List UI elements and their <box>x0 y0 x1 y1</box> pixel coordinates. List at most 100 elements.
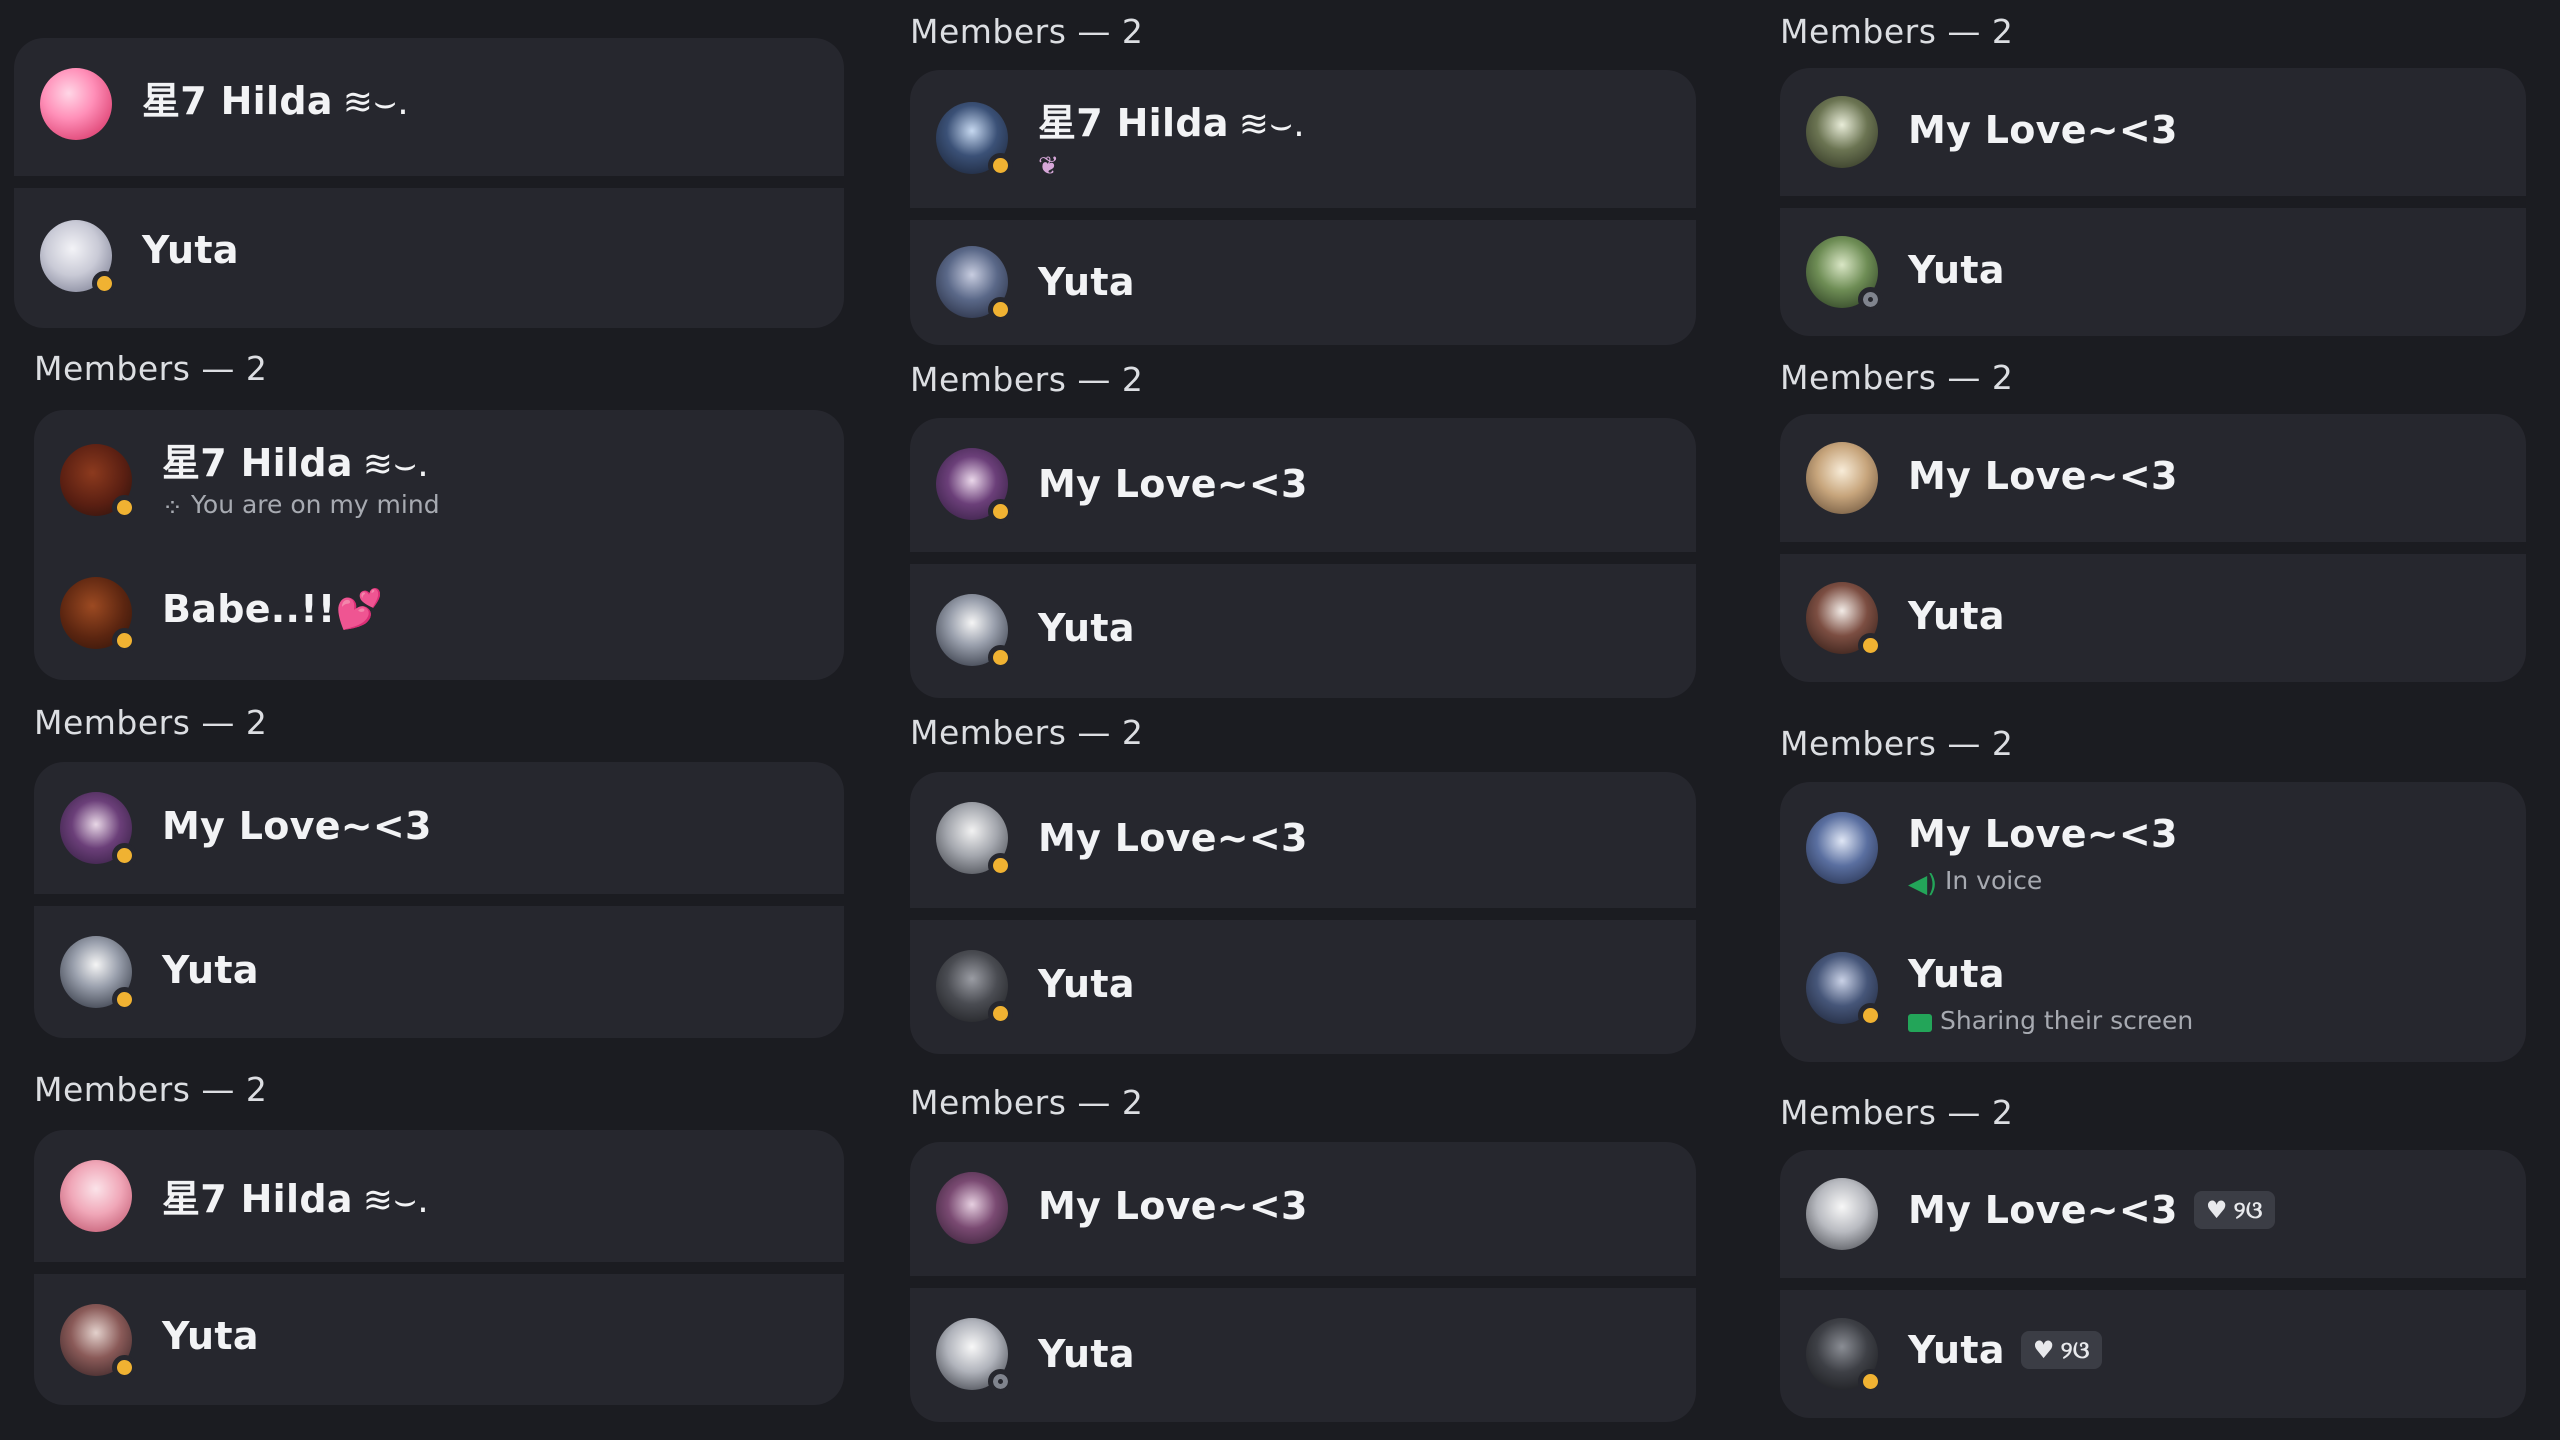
idle-status-icon <box>988 645 1013 670</box>
member-row[interactable]: Babe..!!💕 <box>34 545 844 680</box>
member-row[interactable]: 星7 Hilda ≋⌣. ❦ <box>910 70 1696 208</box>
member-row[interactable]: Yuta <box>1780 554 2526 682</box>
member-row[interactable]: Yuta <box>910 220 1696 345</box>
member-name: Yuta <box>1908 594 2005 638</box>
member-row[interactable]: 星7 Hilda ≋⌣. <box>34 1130 844 1262</box>
avatar <box>40 220 117 296</box>
avatar <box>936 802 1013 878</box>
member-group-card: My Love~<3 ♥ ୨ଓ Yuta ♥ ୨ଓ <box>1780 1150 2526 1418</box>
row-divider <box>1780 196 2526 208</box>
members-header: Members — 2 <box>34 1070 268 1109</box>
member-group-card: 星7 Hilda ≋⌣. ❦ Yuta <box>910 70 1696 345</box>
member-group-card: My Love~<3 Yuta <box>910 772 1696 1054</box>
idle-status-icon <box>988 297 1013 322</box>
member-list-column-3: Members — 2 My Love~<3 Yuta Members — 2 … <box>1760 0 2526 1440</box>
member-row[interactable]: My Love~<3 <box>910 1142 1696 1276</box>
member-name: Yuta <box>162 948 259 992</box>
avatar <box>60 1160 132 1232</box>
name-decoration: ≋⌣. <box>342 82 409 123</box>
custom-status-emoji: ❦ <box>1038 148 1067 180</box>
member-row[interactable]: Yuta <box>34 906 844 1038</box>
idle-status-icon <box>1858 1369 1883 1394</box>
row-divider <box>34 894 844 906</box>
avatar <box>936 594 1013 670</box>
idle-status-icon <box>988 153 1013 178</box>
member-row[interactable]: My Love~<3 <box>1780 414 2526 542</box>
avatar <box>40 68 112 140</box>
member-name: My Love~<3 <box>1038 816 1308 860</box>
member-row[interactable]: My Love~<3 <box>910 418 1696 552</box>
member-group-card: My Love~<3 Yuta <box>1780 414 2526 682</box>
member-name: Yuta <box>1908 248 2005 292</box>
avatar <box>60 792 137 868</box>
member-name: 星7 Hilda ≋⌣. <box>142 79 409 123</box>
row-divider <box>34 1262 844 1274</box>
activity-status: Sharing their screen <box>1908 1006 2193 1035</box>
name-decoration: ≋⌣. <box>1238 104 1305 145</box>
avatar <box>936 102 1013 178</box>
row-divider <box>910 908 1696 920</box>
member-name: My Love~<3 <box>1908 454 2178 498</box>
avatar <box>1806 952 1883 1028</box>
member-row[interactable]: My Love~<3 ♥ ୨ଓ <box>1780 1150 2526 1278</box>
server-tag-badge[interactable]: ♥ ୨ଓ <box>2020 1331 2102 1369</box>
member-name: My Love~<3 <box>1038 462 1308 506</box>
member-list-column-2: Members — 2 星7 Hilda ≋⌣. ❦ Yuta Members —… <box>890 0 1696 1440</box>
avatar <box>1806 442 1878 514</box>
avatar <box>60 936 137 1012</box>
members-header: Members — 2 <box>910 12 1144 51</box>
idle-status-icon <box>112 843 137 868</box>
member-name: Yuta <box>1038 260 1135 304</box>
offline-status-icon <box>1858 287 1883 312</box>
avatar <box>60 577 137 653</box>
member-row[interactable]: Yuta ♥ ୨ଓ <box>1780 1290 2526 1418</box>
row-divider <box>910 208 1696 220</box>
member-row[interactable]: Yuta <box>14 188 844 328</box>
member-group-card: 星7 Hilda ≋⌣. ⁘ You are on my mind Babe..!!… <box>34 410 844 680</box>
avatar <box>60 1304 137 1380</box>
server-tag-badge[interactable]: ♥ ୨ଓ <box>2193 1191 2275 1229</box>
member-name: Yuta <box>1038 606 1135 650</box>
avatar <box>1806 236 1883 312</box>
member-row[interactable]: My Love~<3 ◀) In voice <box>1780 782 2526 922</box>
idle-status-icon <box>988 1001 1013 1026</box>
members-header: Members — 2 <box>910 1083 1144 1122</box>
avatar <box>1806 812 1878 884</box>
heart-icon: ♥ <box>2032 1336 2055 1364</box>
member-row[interactable]: My Love~<3 <box>1780 68 2526 196</box>
avatar <box>936 1172 1008 1244</box>
member-name: My Love~<3 <box>1908 108 2178 152</box>
member-row[interactable]: 星7 Hilda ≋⌣. ⁘ You are on my mind <box>34 410 844 545</box>
member-row[interactable]: Yuta <box>1780 208 2526 336</box>
member-row[interactable]: My Love~<3 <box>34 762 844 894</box>
avatar <box>936 950 1013 1026</box>
member-group-card: My Love~<3 Yuta <box>1780 68 2526 336</box>
member-group-card: My Love~<3 Yuta <box>910 418 1696 698</box>
member-row[interactable]: Yuta <box>34 1274 844 1405</box>
idle-status-icon <box>112 495 137 520</box>
members-header: Members — 2 <box>34 703 268 742</box>
idle-status-icon <box>1858 1003 1883 1028</box>
name-decoration: ≋⌣. <box>362 444 429 485</box>
member-row[interactable]: Yuta <box>910 920 1696 1054</box>
idle-status-icon <box>112 628 137 653</box>
sparkle-icon: ⁘ <box>162 493 183 522</box>
offline-status-icon <box>988 1369 1013 1394</box>
member-row[interactable]: 星7 Hilda ≋⌣. <box>14 38 844 176</box>
member-row[interactable]: My Love~<3 <box>910 772 1696 908</box>
member-name: My Love~<3 <box>1038 1184 1308 1228</box>
avatar <box>60 444 137 520</box>
member-row[interactable]: Yuta <box>910 1288 1696 1422</box>
idle-status-icon <box>988 499 1013 524</box>
avatar <box>1806 96 1878 168</box>
members-header: Members — 2 <box>910 713 1144 752</box>
avatar <box>1806 1318 1883 1394</box>
member-list-column-1: 星7 Hilda ≋⌣. Yuta Members — 2 星7 Hilda ≋⌣.… <box>14 0 844 1440</box>
members-header: Members — 2 <box>1780 358 2014 397</box>
avatar <box>936 448 1013 524</box>
member-row[interactable]: Yuta <box>910 564 1696 698</box>
member-name: My Love~<3 <box>1908 812 2178 856</box>
member-row[interactable]: Yuta Sharing their screen <box>1780 922 2526 1062</box>
member-name: Yuta <box>1038 1332 1135 1376</box>
members-header: Members — 2 <box>910 360 1144 399</box>
